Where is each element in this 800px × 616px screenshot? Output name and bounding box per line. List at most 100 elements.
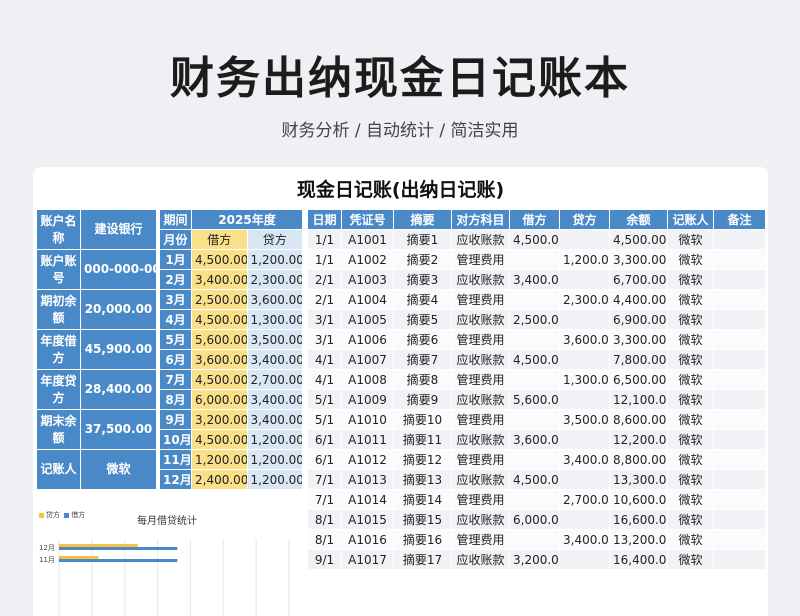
journal-cell: 应收账款 xyxy=(451,229,510,250)
journal-cell: 微软 xyxy=(667,269,714,290)
account-label: 账户账号 xyxy=(36,249,81,290)
journal-cell: 摘要7 xyxy=(393,349,452,370)
journal-row: 4/1A1007摘要7应收账款4,500.00 7,800.00微软 xyxy=(307,349,766,370)
month-cell: 5月 xyxy=(159,329,192,350)
debit-cell: 1,200.00 xyxy=(191,449,248,470)
credit-cell: 1,200.00 xyxy=(246,429,303,450)
monthly-row: 3月 2,500.00 3,600.00 xyxy=(159,289,303,310)
journal-cell: A1012 xyxy=(341,449,394,470)
debit-cell: 3,200.00 xyxy=(191,409,248,430)
journal-cell: 管理费用 xyxy=(451,369,510,390)
journal-cell: 6,900.00 xyxy=(609,309,668,330)
journal-cell xyxy=(559,509,610,530)
journal-cell xyxy=(509,289,560,310)
month-cell: 7月 xyxy=(159,369,192,390)
journal-cell: 6,700.00 xyxy=(609,269,668,290)
journal-cell xyxy=(713,309,766,330)
page-title: 财务出纳现金日记账本 xyxy=(170,53,630,104)
monthly-row: 10月 4,500.00 1,200.00 xyxy=(159,429,303,450)
debit-label: 借方 xyxy=(191,229,248,250)
journal-cell: 微软 xyxy=(667,289,714,310)
journal-cell: 4,500.00 xyxy=(509,349,560,370)
monthly-row: 7月 4,500.00 2,700.00 xyxy=(159,369,303,390)
journal-cell: 应收账款 xyxy=(451,389,510,410)
journal-cell xyxy=(509,489,560,510)
journal-cell: 微软 xyxy=(667,489,714,510)
debit-cell: 3,400.00 xyxy=(191,269,248,290)
journal-cell: 3/1 xyxy=(307,329,342,350)
journal-cell: 微软 xyxy=(667,369,714,390)
journal-cell xyxy=(509,329,560,350)
journal-cell: A1015 xyxy=(341,509,394,530)
journal-cell: A1003 xyxy=(341,269,394,290)
account-value: 建设银行 xyxy=(80,209,157,250)
account-label: 年度借方 xyxy=(36,329,81,370)
journal-cell: A1002 xyxy=(341,249,394,270)
credit-cell: 2,700.00 xyxy=(246,369,303,390)
account-label: 记账人 xyxy=(36,449,81,490)
credit-cell: 1,200.00 xyxy=(246,249,303,270)
journal-cell: 8/1 xyxy=(307,509,342,530)
monthly-subheader-row: 月份 借方 贷方 xyxy=(159,229,303,250)
journal-row: 1/1A1001摘要1应收账款4,500.004,500.00微软 xyxy=(307,229,766,250)
journal-cell xyxy=(713,389,766,410)
journal-cell xyxy=(713,529,766,550)
journal-cell: 16,400.00 xyxy=(609,549,668,570)
journal-row: 3/1A1005摘要5应收账款2,500.00 6,900.00微软 xyxy=(307,309,766,330)
journal-row: 9/1A1017摘要17应收账款3,200.00 16,400.00微软 xyxy=(307,549,766,570)
journal-header: 备注 xyxy=(713,209,766,230)
journal-cell: 16,600.00 xyxy=(609,509,668,530)
chart-bar-credit xyxy=(59,559,178,562)
monthly-row: 8月 6,000.00 3,400.00 xyxy=(159,389,303,410)
journal-cell: 6/1 xyxy=(307,449,342,470)
account-row: 期末余额 37,500.00 xyxy=(36,409,157,450)
journal-header: 余额 xyxy=(609,209,668,230)
monthly-row: 1月 4,500.00 1,200.00 xyxy=(159,249,303,270)
month-cell: 9月 xyxy=(159,409,192,430)
journal-row: 7/1A1013摘要13应收账款4,500.00 13,300.00微软 xyxy=(307,469,766,490)
journal-row: 5/1A1010摘要10管理费用 3,500.008,600.00微软 xyxy=(307,409,766,430)
journal-cell: 8/1 xyxy=(307,529,342,550)
monthly-table: 期间 2025年度 月份 借方 贷方 1月 4,500.00 1,200.00 2月 3,400.… xyxy=(159,209,303,490)
debit-cell: 4,500.00 xyxy=(191,369,248,390)
journal-cell: 微软 xyxy=(667,389,714,410)
page-subtitle: 财务分析 / 自动统计 / 简洁实用 xyxy=(281,121,519,141)
month-cell: 2月 xyxy=(159,269,192,290)
month-cell: 4月 xyxy=(159,309,192,330)
journal-cell xyxy=(713,369,766,390)
journal-cell: 管理费用 xyxy=(451,489,510,510)
journal-cell: 1,200.00 xyxy=(559,249,610,270)
journal-header-row: 日期 凭证号 摘要 对方科目 借方 贷方 余额 记账人 备注 xyxy=(307,209,766,230)
month-cell: 12月 xyxy=(159,469,192,490)
monthly-row: 11月 1,200.00 1,200.00 xyxy=(159,449,303,470)
month-cell: 11月 xyxy=(159,449,192,470)
journal-row: 6/1A1012摘要12管理费用 3,400.008,800.00微软 xyxy=(307,449,766,470)
monthly-chart: 贷方 借方 每月借贷统计 12月 11月 xyxy=(33,497,305,616)
journal-cell: 微软 xyxy=(667,329,714,350)
debit-cell: 5,600.00 xyxy=(191,329,248,350)
account-row: 账户名称 建设银行 xyxy=(36,209,157,250)
journal-cell xyxy=(713,289,766,310)
journal-cell: 摘要4 xyxy=(393,289,452,310)
journal-cell: 管理费用 xyxy=(451,289,510,310)
journal-cell: 2,500.00 xyxy=(509,309,560,330)
journal-row: 8/1A1015摘要15应收账款6,000.00 16,600.00微软 xyxy=(307,509,766,530)
journal-cell: 5/1 xyxy=(307,389,342,410)
journal-cell: 7/1 xyxy=(307,469,342,490)
journal-cell xyxy=(713,469,766,490)
journal-cell: A1006 xyxy=(341,329,394,350)
month-cell: 1月 xyxy=(159,249,192,270)
journal-cell: 2,300.00 xyxy=(559,289,610,310)
journal-cell: 9/1 xyxy=(307,549,342,570)
journal-cell: 6,000.00 xyxy=(509,509,560,530)
journal-cell xyxy=(559,469,610,490)
chart-bar-debit xyxy=(59,544,138,547)
chart-category-label: 12月 xyxy=(39,544,55,552)
journal-cell xyxy=(559,269,610,290)
monthly-header-row: 期间 2025年度 xyxy=(159,209,303,230)
journal-cell: 微软 xyxy=(667,549,714,570)
month-cell: 8月 xyxy=(159,389,192,410)
journal-cell: 微软 xyxy=(667,529,714,550)
journal-cell: 应收账款 xyxy=(451,269,510,290)
journal-cell: 1/1 xyxy=(307,249,342,270)
